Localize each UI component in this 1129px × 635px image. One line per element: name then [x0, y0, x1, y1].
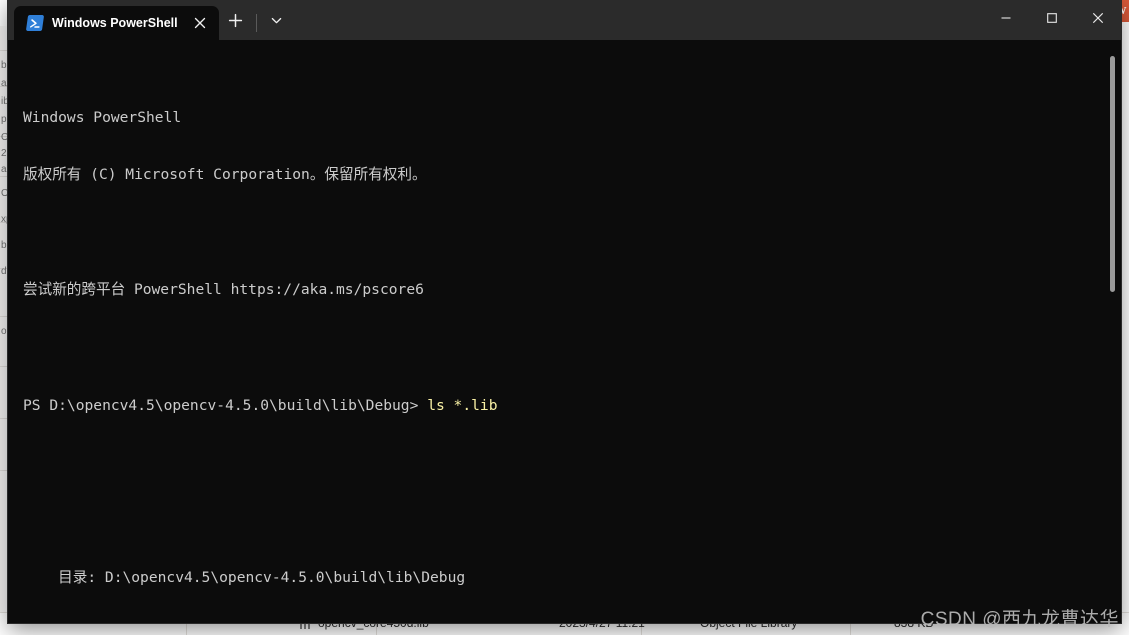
- close-window-button[interactable]: [1075, 0, 1121, 40]
- plus-icon: [228, 13, 243, 33]
- minimize-icon: [1000, 11, 1012, 29]
- powershell-icon: [25, 15, 45, 31]
- terminal-scrollbar[interactable]: [1107, 40, 1117, 623]
- maximize-icon: [1046, 11, 1058, 29]
- prompt-text: PS D:\opencv4.5\opencv-4.5.0\build\lib\D…: [23, 396, 419, 414]
- command-text: ls *.lib: [427, 396, 498, 414]
- new-tab-button[interactable]: [219, 6, 253, 40]
- maximize-button[interactable]: [1029, 0, 1075, 40]
- title-bar[interactable]: Windows PowerShell: [8, 0, 1121, 40]
- banner-line-1: Windows PowerShell: [23, 108, 182, 126]
- window-controls: [983, 0, 1121, 40]
- tabbar-divider: [255, 14, 257, 32]
- directory-line: 目录: D:\opencv4.5\opencv-4.5.0\build\lib\…: [23, 569, 466, 587]
- powershell-window: Windows PowerShell Windows PowerShell 版权…: [8, 0, 1121, 623]
- banner-line-2: 版权所有 (C) Microsoft Corporation。保留所有权利。: [23, 166, 427, 184]
- minimize-button[interactable]: [983, 0, 1029, 40]
- close-icon: [1092, 11, 1104, 29]
- close-icon[interactable]: [187, 10, 213, 36]
- scrollbar-thumb[interactable]: [1110, 56, 1115, 292]
- tab-strip: Windows PowerShell: [8, 0, 294, 40]
- pscore-notice: 尝试新的跨平台 PowerShell https://aka.ms/pscore…: [23, 281, 424, 299]
- tab-windows-powershell[interactable]: Windows PowerShell: [14, 6, 219, 40]
- prompt-line: PS D:\opencv4.5\opencv-4.5.0\build\lib\D…: [23, 396, 1099, 415]
- chevron-down-icon: [270, 14, 283, 32]
- terminal-body[interactable]: Windows PowerShell 版权所有 (C) Microsoft Co…: [8, 40, 1121, 623]
- tab-title: Windows PowerShell: [52, 16, 178, 30]
- tab-dropdown-button[interactable]: [260, 6, 294, 40]
- terminal-output: Windows PowerShell 版权所有 (C) Microsoft Co…: [23, 50, 1099, 623]
- screen: b ax ib p Oc 23 ab Oc xp b dk o W opencv…: [0, 0, 1129, 635]
